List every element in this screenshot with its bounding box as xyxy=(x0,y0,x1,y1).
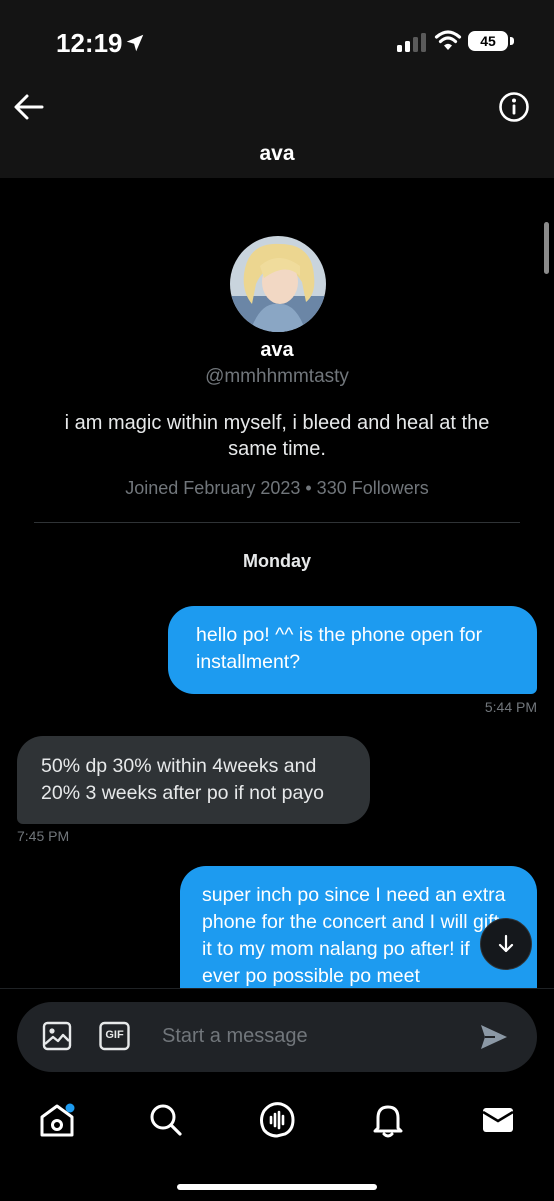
message-bubble-sent[interactable]: hello po! ^^ is the phone open for insta… xyxy=(168,606,537,694)
profile-bio: i am magic within myself, i bleed and he… xyxy=(64,412,490,460)
home-icon[interactable] xyxy=(37,1100,77,1140)
message-input[interactable] xyxy=(162,1020,452,1052)
status-bar: 12:19 45 xyxy=(0,0,554,80)
gif-label: GIF xyxy=(105,1029,124,1041)
profile-handle: @mmhhmmtasty xyxy=(205,366,349,387)
back-arrow-icon[interactable] xyxy=(12,92,46,122)
status-time: 12:19 xyxy=(56,28,123,58)
signal-icon xyxy=(397,33,426,52)
battery-indicator: 45 xyxy=(468,31,518,53)
message-bubble-received[interactable]: 50% dp 30% within 4weeks and 20% 3 weeks… xyxy=(17,736,370,824)
message-timestamp: 5:44 PM xyxy=(484,699,537,715)
mail-icon[interactable] xyxy=(478,1100,518,1140)
message-timestamp: 7:45 PM xyxy=(17,828,70,844)
location-arrow-icon xyxy=(126,34,144,52)
search-icon[interactable] xyxy=(146,1100,186,1140)
spaces-icon[interactable] xyxy=(257,1100,297,1140)
profile-meta: Joined February 2023 • 330 Followers xyxy=(125,478,429,498)
divider xyxy=(34,522,520,523)
conversation-header: ava xyxy=(0,80,554,178)
arrow-down-icon xyxy=(498,934,514,953)
info-icon[interactable] xyxy=(498,91,530,123)
gif-button[interactable]: GIF xyxy=(99,1021,130,1051)
image-icon[interactable] xyxy=(42,1021,72,1051)
day-separator: Monday xyxy=(242,551,311,571)
scroll-to-bottom-button[interactable] xyxy=(480,918,532,970)
send-icon[interactable] xyxy=(478,1022,510,1052)
bell-icon[interactable] xyxy=(368,1100,408,1140)
avatar[interactable] xyxy=(230,236,326,332)
home-indicator[interactable] xyxy=(177,1184,377,1190)
battery-level: 45 xyxy=(468,31,508,51)
conversation-title: ava xyxy=(259,142,295,165)
wifi-icon xyxy=(434,30,462,50)
scrollbar[interactable] xyxy=(544,222,549,274)
profile-name: ava xyxy=(260,339,294,361)
